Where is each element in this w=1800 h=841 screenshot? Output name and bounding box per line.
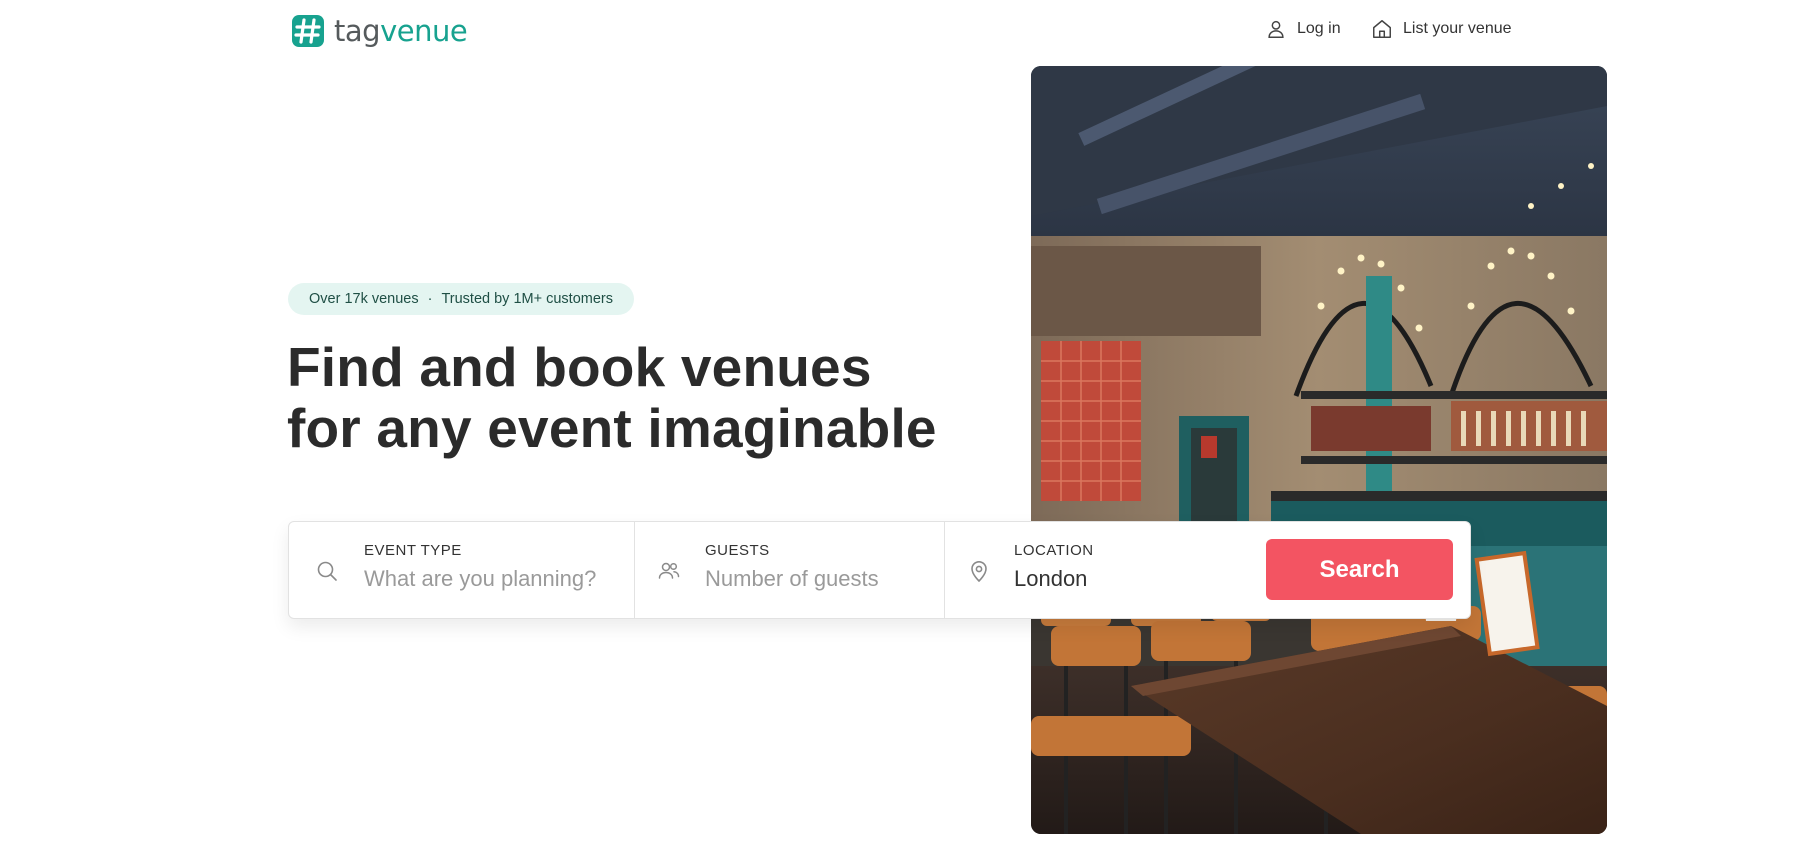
login-link[interactable]: Log in: [1265, 18, 1341, 40]
location-input[interactable]: [1014, 566, 1274, 592]
logo[interactable]: tagvenue: [290, 13, 468, 49]
hero-venue-image: [1031, 66, 1607, 834]
trust-badge: Over 17k venues · Trusted by 1M+ custome…: [288, 283, 634, 315]
location-field[interactable]: LOCATION Search: [945, 522, 1470, 618]
user-icon: [1268, 20, 1284, 38]
event-type-label: EVENT TYPE: [364, 542, 462, 559]
login-label: Log in: [1297, 20, 1341, 37]
house-icon: [1373, 20, 1391, 38]
list-venue-label: List your venue: [1403, 20, 1512, 37]
headline-line-2: for any event imaginable: [287, 397, 937, 459]
venue-search-bar: EVENT TYPE GUESTS LOCATION Search: [288, 521, 1471, 619]
list-venue-link[interactable]: List your venue: [1371, 18, 1512, 40]
guests-field[interactable]: GUESTS: [635, 522, 965, 618]
event-type-input[interactable]: [364, 566, 624, 592]
location-label: LOCATION: [1014, 542, 1094, 559]
logo-text: tagvenue: [334, 14, 468, 48]
logo-text-venue: venue: [380, 14, 468, 48]
headline-line-1: Find and book venues: [287, 336, 872, 398]
badge-separator: ·: [427, 291, 433, 307]
logo-text-tag: tag: [334, 14, 381, 48]
badge-trust: Trusted by 1M+ customers: [441, 291, 613, 307]
guests-icon: [658, 562, 680, 579]
location-pin-icon: [971, 561, 987, 583]
page-title: Find and book venues for any event imagi…: [287, 337, 937, 459]
search-button[interactable]: Search: [1266, 539, 1453, 600]
hash-logo-icon: [292, 15, 324, 47]
event-type-field[interactable]: EVENT TYPE: [289, 522, 635, 618]
badge-venues: Over 17k venues: [309, 291, 419, 307]
guests-label: GUESTS: [705, 542, 770, 559]
search-icon: [317, 561, 337, 581]
guests-input[interactable]: [705, 566, 965, 592]
